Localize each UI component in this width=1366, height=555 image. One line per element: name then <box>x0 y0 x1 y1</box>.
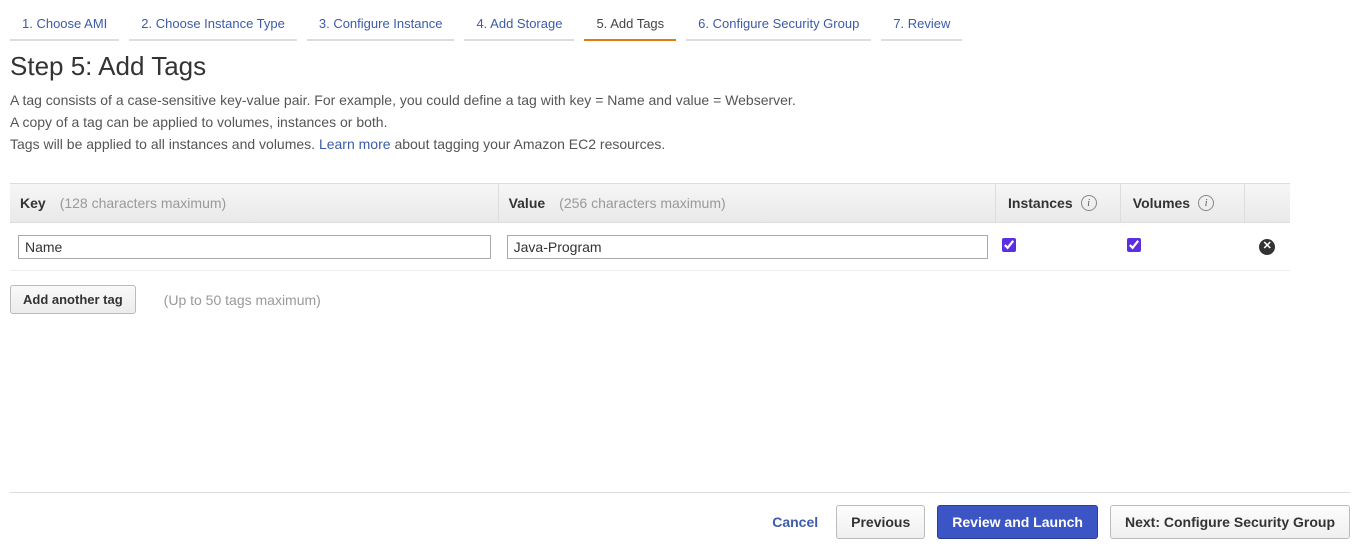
step-review[interactable]: 7. Review <box>881 8 962 41</box>
description-line-3: Tags will be applied to all instances an… <box>10 134 1356 155</box>
table-row: ✕ <box>10 223 1290 271</box>
header-key-hint: (128 characters maximum) <box>60 195 227 211</box>
add-tag-row: Add another tag (Up to 50 tags maximum) <box>10 271 1290 314</box>
tag-key-input[interactable] <box>18 235 491 259</box>
review-and-launch-button[interactable]: Review and Launch <box>937 505 1098 539</box>
description-text: Tags will be applied to all instances an… <box>10 136 319 152</box>
description-line-2: A copy of a tag can be applied to volume… <box>10 112 1356 133</box>
step-choose-instance-type[interactable]: 2. Choose Instance Type <box>129 8 297 41</box>
volumes-checkbox[interactable] <box>1127 238 1141 252</box>
cancel-button[interactable]: Cancel <box>766 508 824 536</box>
delete-row-icon[interactable]: ✕ <box>1259 239 1275 255</box>
add-another-tag-button[interactable]: Add another tag <box>10 285 136 314</box>
header-instances: Instances <box>1008 195 1073 211</box>
next-button[interactable]: Next: Configure Security Group <box>1110 505 1350 539</box>
info-icon[interactable]: i <box>1198 195 1214 211</box>
instances-checkbox[interactable] <box>1002 238 1016 252</box>
page-title: Step 5: Add Tags <box>10 51 1356 82</box>
description-line-1: A tag consists of a case-sensitive key-v… <box>10 90 1356 111</box>
description-text-post: about tagging your Amazon EC2 resources. <box>394 136 665 152</box>
tag-value-input[interactable] <box>507 235 989 259</box>
step-configure-security-group[interactable]: 6. Configure Security Group <box>686 8 871 41</box>
info-icon[interactable]: i <box>1081 195 1097 211</box>
tags-table: Key (128 characters maximum) Value (256 … <box>10 183 1290 314</box>
add-tag-hint: (Up to 50 tags maximum) <box>164 292 321 308</box>
header-key: Key <box>20 195 46 211</box>
learn-more-link[interactable]: Learn more <box>319 136 391 152</box>
wizard-steps: 1. Choose AMI 2. Choose Instance Type 3.… <box>0 0 1366 41</box>
step-add-tags[interactable]: 5. Add Tags <box>584 8 676 41</box>
tags-header-row: Key (128 characters maximum) Value (256 … <box>10 183 1290 223</box>
step-configure-instance[interactable]: 3. Configure Instance <box>307 8 455 41</box>
header-volumes: Volumes <box>1133 195 1190 211</box>
previous-button[interactable]: Previous <box>836 505 925 539</box>
header-value: Value <box>509 195 546 211</box>
footer-actions: Cancel Previous Review and Launch Next: … <box>10 492 1350 539</box>
header-value-hint: (256 characters maximum) <box>559 195 726 211</box>
step-add-storage[interactable]: 4. Add Storage <box>464 8 574 41</box>
step-choose-ami[interactable]: 1. Choose AMI <box>10 8 119 41</box>
